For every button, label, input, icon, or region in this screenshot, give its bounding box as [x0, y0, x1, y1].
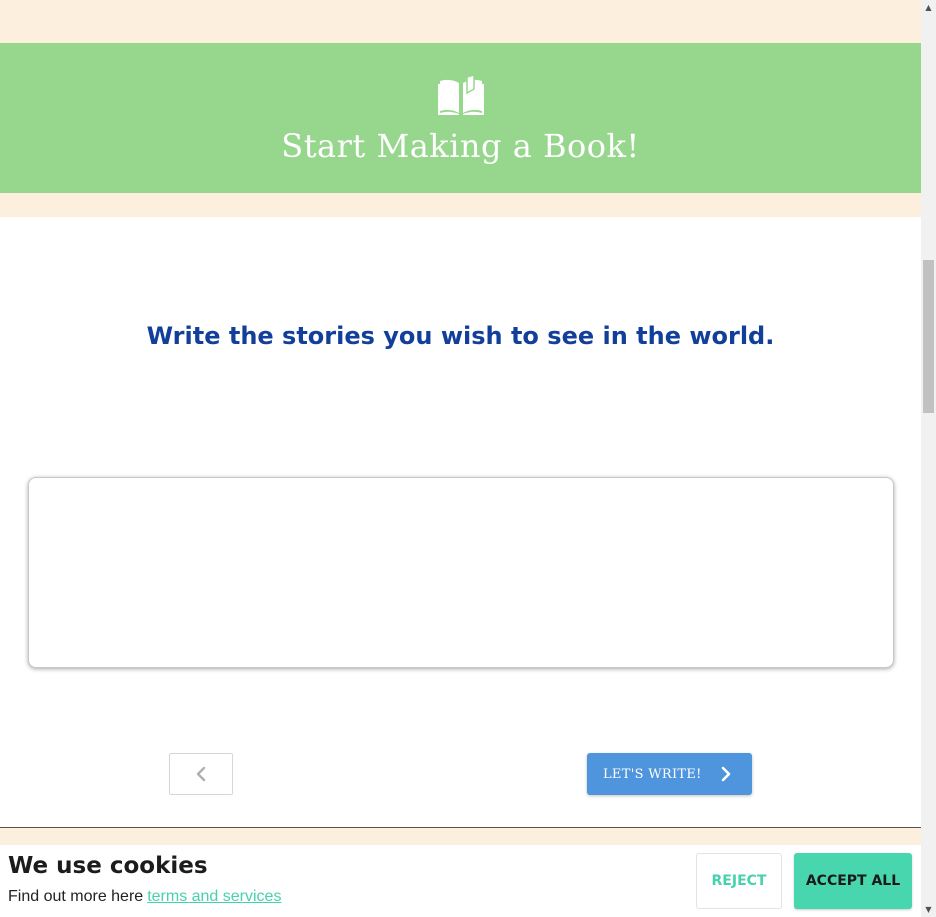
terms-link[interactable]: terms and services [147, 888, 281, 905]
cookie-text-label: Find out more here [8, 888, 144, 905]
scroll-up-arrow-icon[interactable]: ▲ [921, 0, 936, 15]
main-content: Write the stories you wish to see in the… [0, 217, 921, 827]
chevron-right-icon [721, 766, 731, 782]
cookie-title: We use cookies [8, 853, 208, 879]
separator-band [0, 193, 921, 218]
scroll-thumb[interactable] [923, 260, 934, 413]
lets-write-label: LET'S WRITE! [603, 766, 702, 782]
reject-button[interactable]: REJECT [696, 853, 782, 909]
cookie-banner: We use cookies Find out more here terms a… [0, 845, 921, 917]
page-title: Start Making a Book! [281, 127, 640, 165]
tagline: Write the stories you wish to see in the… [146, 322, 775, 350]
story-box[interactable] [28, 477, 894, 668]
hero-banner: Start Making a Book! [0, 43, 921, 193]
page: Start Making a Book! Write the stories y… [0, 0, 921, 917]
lets-write-button[interactable]: LET'S WRITE! [587, 753, 752, 795]
divider [0, 827, 921, 828]
cookie-text: Find out more here terms and services [8, 888, 281, 906]
open-book-icon [438, 75, 484, 115]
top-band [0, 0, 921, 43]
vertical-scrollbar[interactable]: ▲ ▼ [921, 0, 936, 917]
accept-all-button[interactable]: ACCEPT ALL [794, 853, 912, 909]
scroll-down-arrow-icon[interactable]: ▼ [921, 902, 936, 917]
chevron-left-icon [196, 766, 206, 782]
previous-button[interactable] [169, 753, 233, 795]
